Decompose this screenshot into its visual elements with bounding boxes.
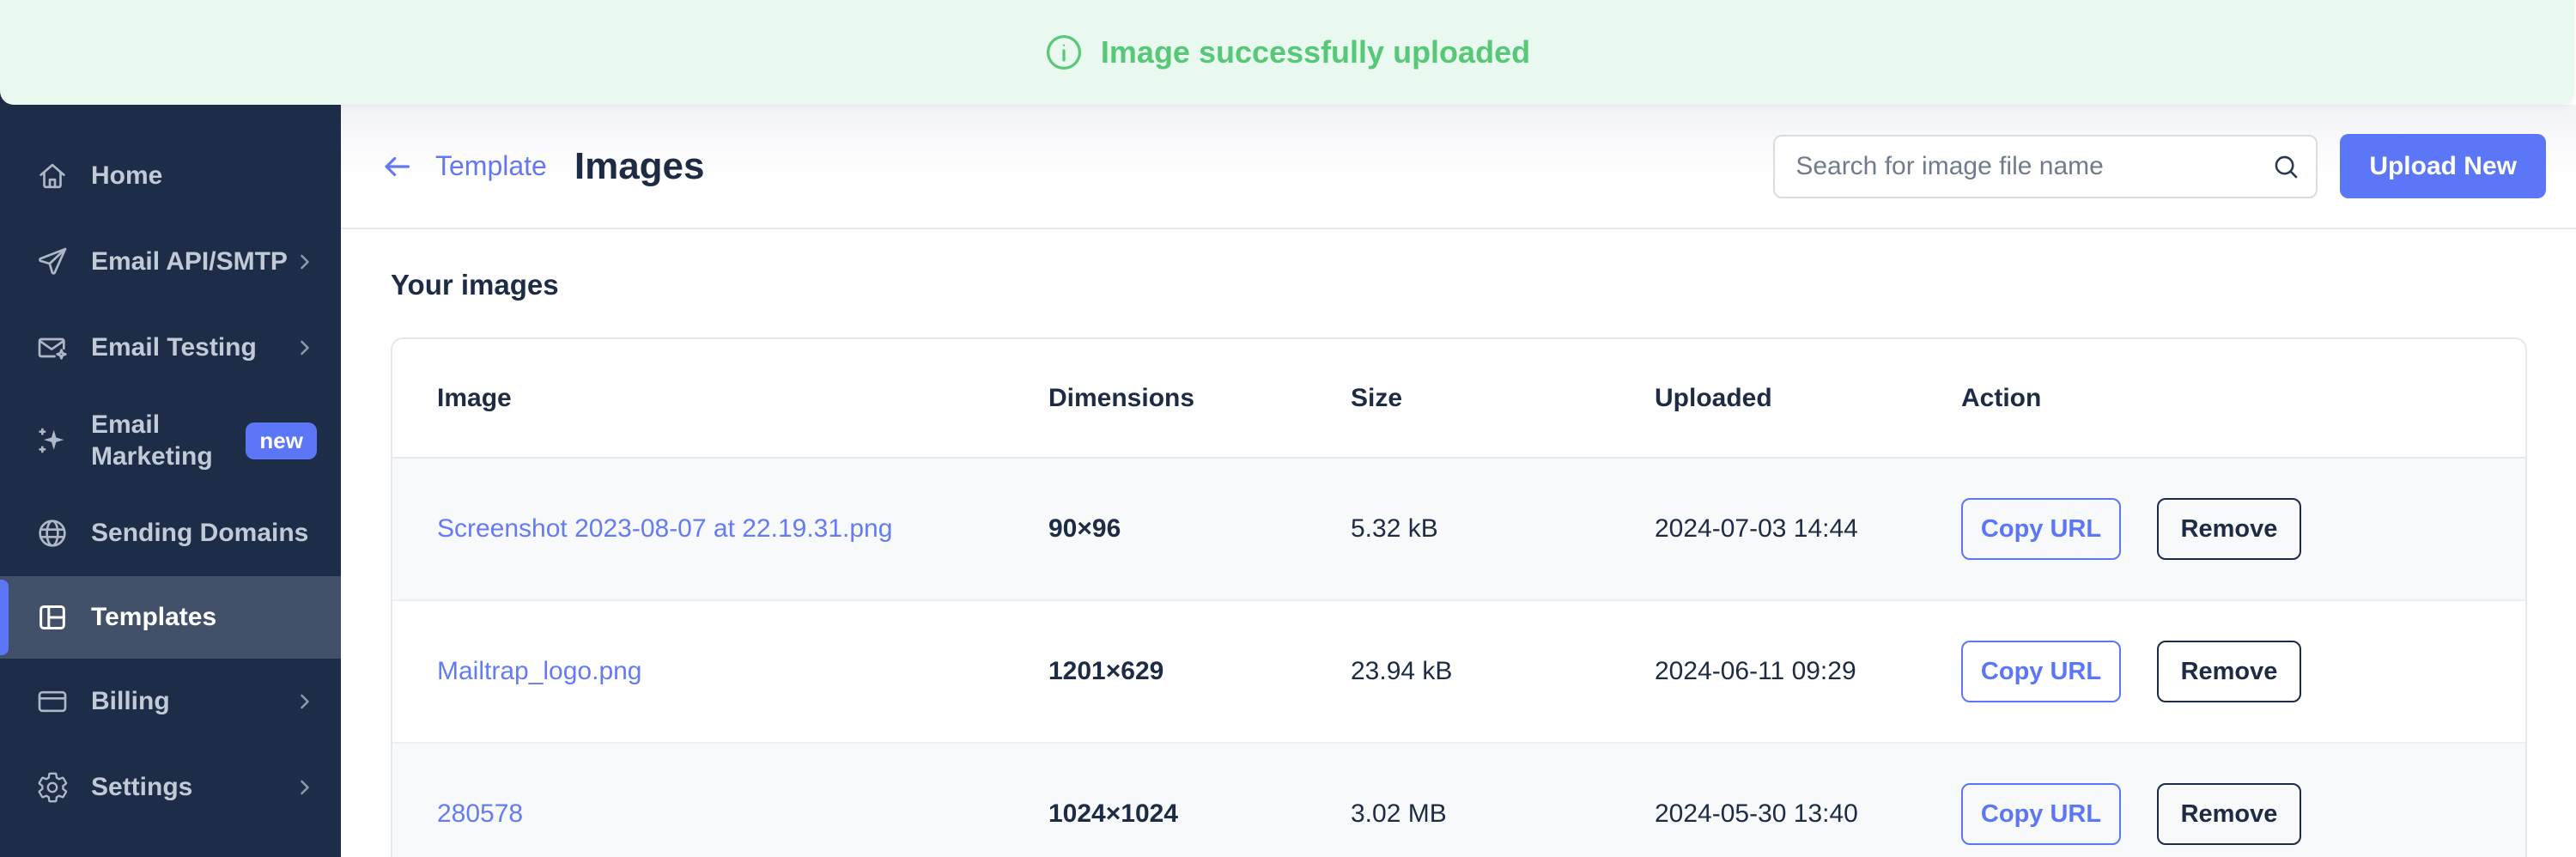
sidebar-item-email-testing[interactable]: Email Testing [0, 305, 341, 391]
cell-actions: Copy URL Remove [1961, 498, 2525, 560]
sidebar-item-sending-domains[interactable]: Sending Domains [0, 490, 341, 576]
table-header-row: Image Dimensions Size Uploaded Action [392, 339, 2525, 457]
email-sparkle-icon [34, 330, 70, 366]
column-header-uploaded: Uploaded [1655, 383, 1772, 412]
table-row: Mailtrap_logo.png 1201×629 23.94 kB 2024… [392, 599, 2525, 742]
app-window: Home Email API/SMTP Email Testing Email … [0, 0, 2576, 857]
sidebar-item-email-api-smtp[interactable]: Email API/SMTP [0, 219, 341, 305]
images-table: Image Dimensions Size Uploaded Action Sc… [391, 337, 2527, 857]
sidebar-item-billing[interactable]: Billing [0, 659, 341, 745]
chevron-right-icon [293, 690, 317, 714]
image-link[interactable]: 280578 [437, 799, 1048, 829]
cell-size: 3.02 MB [1351, 799, 1447, 828]
copy-url-button[interactable]: Copy URL [1961, 498, 2121, 560]
globe-icon [34, 515, 70, 551]
cell-uploaded: 2024-05-30 13:40 [1655, 799, 1858, 828]
sidebar-item-label: Billing [91, 687, 170, 716]
copy-url-button[interactable]: Copy URL [1961, 641, 2121, 702]
paper-plane-icon [34, 244, 70, 280]
sidebar-item-label: Email Testing [91, 333, 257, 362]
copy-url-button[interactable]: Copy URL [1961, 783, 2121, 845]
sidebar-menu: Home Email API/SMTP Email Testing Email … [0, 133, 341, 830]
chevron-right-icon [293, 336, 317, 360]
sidebar-item-label: Email API/SMTP [91, 247, 288, 277]
sidebar-item-email-marketing[interactable]: Email Marketing new [0, 391, 341, 490]
cell-actions: Copy URL Remove [1961, 783, 2525, 845]
home-icon [34, 158, 70, 194]
sidebar-item-label: Email Marketing [91, 410, 213, 471]
page-title: Images [574, 144, 705, 187]
column-header-image: Image [437, 383, 512, 412]
sidebar-item-settings[interactable]: Settings [0, 745, 341, 830]
page-header: Template Images Upload New [341, 105, 2576, 229]
back-link-label: Template [435, 150, 547, 181]
sidebar-item-label: Sending Domains [91, 519, 309, 548]
main-content: Template Images Upload New Your images [341, 105, 2576, 857]
gear-icon [34, 769, 70, 805]
chevron-right-icon [293, 775, 317, 799]
table-body: Screenshot 2023-08-07 at 22.19.31.png 90… [392, 457, 2525, 857]
sparkles-icon [34, 422, 70, 459]
search-input[interactable] [1773, 134, 2318, 198]
sidebar-item-label: Home [91, 161, 163, 191]
cell-dimensions: 1024×1024 [1048, 799, 1178, 828]
image-link[interactable]: Mailtrap_logo.png [437, 657, 1048, 686]
breadcrumb: Template Images [380, 145, 704, 188]
remove-button[interactable]: Remove [2157, 641, 2301, 702]
banner-message: Image successfully uploaded [1100, 34, 1531, 70]
new-badge: new [246, 422, 317, 459]
sidebar-item-label: Settings [91, 773, 193, 802]
remove-button[interactable]: Remove [2157, 783, 2301, 845]
header-actions: Upload New [1773, 134, 2546, 198]
chevron-right-icon [293, 250, 317, 274]
info-circle-icon [1044, 33, 1084, 72]
cell-size: 5.32 kB [1351, 514, 1438, 543]
template-icon [34, 599, 70, 635]
table-row: Screenshot 2023-08-07 at 22.19.31.png 90… [392, 457, 2525, 599]
arrow-left-icon [380, 150, 413, 183]
cell-actions: Copy URL Remove [1961, 641, 2525, 702]
upload-new-button[interactable]: Upload New [2340, 134, 2546, 198]
image-link[interactable]: Screenshot 2023-08-07 at 22.19.31.png [437, 514, 1048, 544]
active-indicator [0, 580, 9, 655]
images-section: Your images Image Dimensions Size Upload… [341, 229, 2576, 857]
success-banner: Image successfully uploaded [0, 0, 2574, 105]
credit-card-icon [34, 684, 70, 720]
search-icon [2271, 152, 2300, 185]
cell-dimensions: 90×96 [1048, 514, 1121, 543]
cell-uploaded: 2024-06-11 09:29 [1655, 657, 1856, 685]
cell-size: 23.94 kB [1351, 657, 1453, 685]
remove-button[interactable]: Remove [2157, 498, 2301, 560]
column-header-action: Action [1961, 383, 2042, 412]
search-box [1773, 134, 2318, 198]
sidebar-item-home[interactable]: Home [0, 133, 341, 219]
cell-dimensions: 1201×629 [1048, 657, 1164, 685]
cell-uploaded: 2024-07-03 14:44 [1655, 514, 1858, 543]
sidebar-item-templates[interactable]: Templates [0, 576, 341, 659]
sidebar-item-label: Templates [91, 603, 217, 632]
column-header-size: Size [1351, 383, 1403, 412]
back-to-template-link[interactable]: Template [380, 150, 547, 183]
table-row: 280578 1024×1024 3.02 MB 2024-05-30 13:4… [392, 742, 2525, 857]
column-header-dimensions: Dimensions [1048, 383, 1195, 412]
sidebar: Home Email API/SMTP Email Testing Email … [0, 0, 341, 857]
section-title: Your images [391, 269, 559, 301]
